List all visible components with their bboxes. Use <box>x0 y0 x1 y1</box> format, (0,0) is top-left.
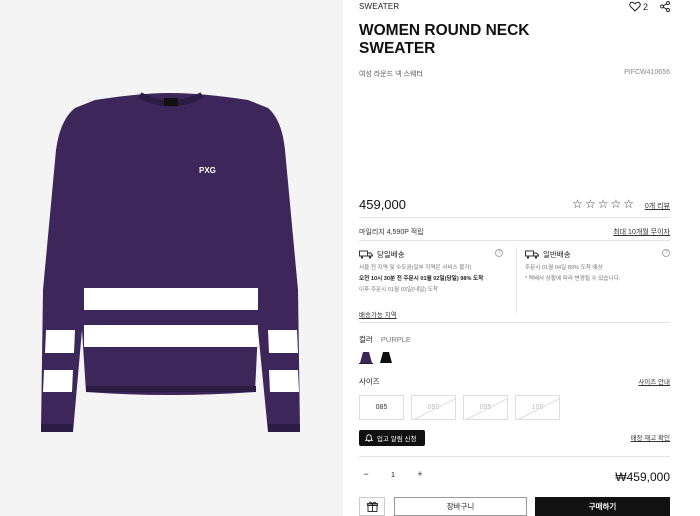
restock-alert-button[interactable]: 입고 알림 신청 <box>359 430 425 446</box>
divider <box>359 217 670 218</box>
product-title: WOMEN ROUND NECK SWEATER <box>359 22 530 57</box>
same-day-header: 당일배송 <box>359 249 509 260</box>
size-option-085[interactable]: 085 <box>359 395 404 420</box>
product-info: SWEATER 2 WOMEN ROUND NECK SWEATER 여성 라운… <box>359 0 670 516</box>
help-icon[interactable]: ? <box>495 249 503 257</box>
add-to-cart-button[interactable]: 장바구니 <box>394 497 527 516</box>
top-actions: 2 <box>629 1 670 12</box>
rating-stars: ☆ ☆ ☆ ☆ ☆ <box>572 197 634 211</box>
size-option-label: 095 <box>479 404 492 411</box>
size-option-090[interactable]: 090 <box>411 395 456 420</box>
divider <box>359 240 670 241</box>
quantity-value[interactable]: 1 <box>391 470 395 479</box>
same-day-shipping: 당일배송 ? 서울 전 지역 및 수도권(일부 지역은 서비스 불가) 오전 1… <box>359 249 509 293</box>
standard-line: 주문시 01월 04일 89% 도착 예상 <box>525 265 603 271</box>
cart-label: 장바구니 <box>446 502 475 511</box>
size-option-label: 090 <box>427 404 440 411</box>
store-stock-link[interactable]: 매장 재고 확인 <box>631 432 671 442</box>
size-option-100[interactable]: 100 <box>515 395 560 420</box>
color-selected: PURPLE <box>380 335 411 344</box>
quantity-plus-button[interactable]: + <box>413 469 427 479</box>
gift-button[interactable] <box>359 497 385 516</box>
same-day-line: 오전 10시 30분 전 주문시 01월 02일(당일) 98% 도착 <box>359 276 484 282</box>
star-icon: ☆ <box>597 197 609 211</box>
buy-label: 구매하기 <box>588 502 617 511</box>
color-swatch-black[interactable] <box>379 351 393 364</box>
quantity-minus-button[interactable]: − <box>359 469 373 479</box>
total-price: ₩459,000 <box>615 470 670 484</box>
size-option-label: 100 <box>531 404 544 411</box>
like-count: 2 <box>642 1 648 12</box>
wishlist-button[interactable]: 2 <box>629 1 648 12</box>
divider <box>359 456 670 457</box>
divider <box>359 322 670 323</box>
installment-link[interactable]: 최대 10개월 무이자 <box>613 227 670 237</box>
star-icon: ☆ <box>623 197 634 211</box>
same-day-title: 당일배송 <box>377 250 405 259</box>
quantity-stepper: − 1 + <box>359 466 427 482</box>
color-swatch-purple[interactable] <box>359 351 373 364</box>
review-link[interactable]: 0개 리뷰 <box>645 201 670 211</box>
star-icon: ☆ <box>584 197 596 211</box>
brand-logo: PXG <box>199 166 216 175</box>
truck-icon <box>525 250 539 259</box>
buy-now-button[interactable]: 구매하기 <box>535 497 670 516</box>
mileage-text: 마일리지 4,590P 적립 <box>359 229 424 236</box>
size-label: 사이즈 <box>359 377 380 386</box>
help-icon[interactable]: ? <box>662 249 670 257</box>
gift-icon <box>366 501 378 512</box>
share-icon[interactable] <box>660 1 670 12</box>
size-option-095[interactable]: 095 <box>463 395 508 420</box>
color-row: 컬러 PURPLE <box>359 334 411 345</box>
star-icon: ☆ <box>572 197 583 211</box>
same-day-line: 서울 전 지역 및 수도권(일부 지역은 서비스 불가) <box>359 265 472 271</box>
size-guide-link[interactable]: 사이즈 안내 <box>638 376 670 386</box>
category-label: SWEATER <box>359 2 400 11</box>
product-price: 459,000 <box>359 197 406 212</box>
heart-icon <box>629 1 641 12</box>
truck-icon <box>359 250 373 259</box>
product-subtitle: 여성 라운드 넥 스웨터 <box>359 71 423 78</box>
standard-line: * 택배사 상황에 따라 변경될 수 있습니다. <box>525 276 621 282</box>
restock-label: 입고 알림 신청 <box>377 436 417 443</box>
product-image-panel: PXG <box>0 0 343 516</box>
color-label: 컬러 <box>359 335 373 344</box>
star-icon: ☆ <box>610 197 622 211</box>
bell-icon <box>365 434 373 442</box>
same-day-line: 이후 주문시 01월 03일(내일) 도착 <box>359 287 438 293</box>
standard-header: 일반배송 <box>525 249 670 260</box>
shipping-area-link[interactable]: 배송가능 지역 <box>359 309 397 319</box>
size-option-label: 085 <box>375 404 388 411</box>
standard-shipping: 일반배송 ? 주문시 01월 04일 89% 도착 예상 * 택배사 상황에 따… <box>525 249 670 282</box>
divider <box>516 247 517 313</box>
product-image: PXG <box>0 0 343 516</box>
standard-title: 일반배송 <box>543 250 571 259</box>
product-code: PIFCW410656 <box>624 69 670 76</box>
